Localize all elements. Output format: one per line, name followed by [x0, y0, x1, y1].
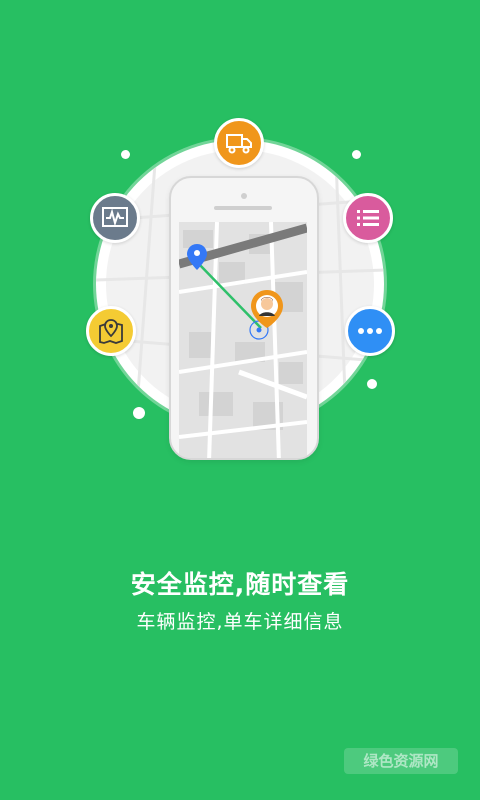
map-svg: [179, 222, 307, 458]
headline-text: 安全监控,随时查看: [130, 570, 350, 599]
truck-badge: [214, 118, 264, 168]
subline-text: 车辆监控,单车详细信息: [136, 611, 344, 633]
phone-speaker: [214, 206, 272, 210]
map-pin-icon: [99, 319, 123, 344]
truck-icon: [226, 134, 252, 154]
more-badge: [345, 306, 395, 356]
list-badge: [343, 193, 393, 243]
phone-mockup: [169, 176, 319, 460]
monitor-chart-icon: [102, 207, 128, 227]
phone-camera: [241, 193, 247, 199]
phone-map-screen: [179, 222, 307, 458]
watermark-text: 绿色资源网: [344, 748, 458, 774]
monitor-badge: [90, 193, 140, 243]
map-badge: [86, 306, 136, 356]
splash-screen: 安全监控,随时查看 车辆监控,单车详细信息 绿色资源网: [0, 0, 480, 800]
more-icon: [358, 328, 382, 334]
list-icon: [357, 210, 379, 226]
